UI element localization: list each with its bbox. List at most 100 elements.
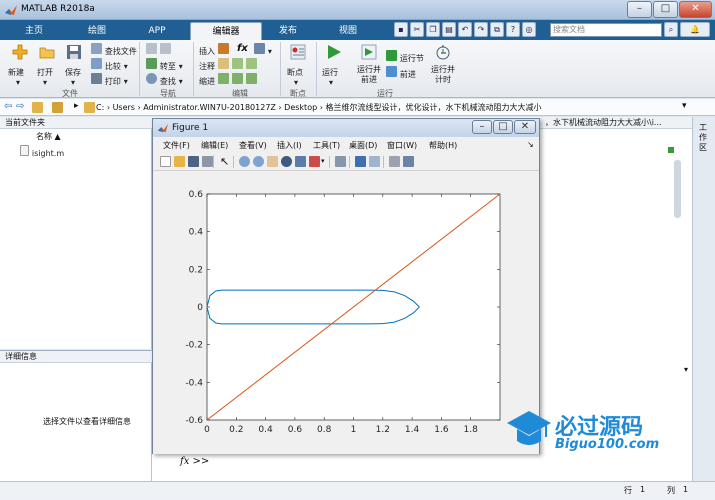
- chevron-down-icon: ▾: [16, 78, 21, 87]
- search-icon[interactable]: ⌕: [664, 22, 678, 37]
- comment-button[interactable]: 注释: [199, 58, 257, 72]
- hide-plot-tools-icon[interactable]: [389, 156, 400, 167]
- menu-dock-icon[interactable]: ↘: [527, 140, 534, 149]
- tab-publish[interactable]: 发布: [262, 22, 314, 40]
- menu-window[interactable]: 窗口(W): [387, 140, 417, 151]
- matlab-logo-icon: [5, 5, 17, 15]
- redo-icon[interactable]: ↷: [474, 22, 488, 37]
- colorbar-icon[interactable]: [355, 156, 366, 167]
- print-button[interactable]: 打印 ▾: [91, 73, 128, 87]
- command-prompt[interactable]: fx >>: [180, 456, 209, 467]
- pointer-icon[interactable]: ↖: [220, 155, 229, 168]
- tab-home[interactable]: 主页: [0, 22, 68, 40]
- find-files-button[interactable]: 查找文件: [91, 43, 137, 57]
- insert-button[interactable]: 插入: [199, 43, 229, 57]
- run-button[interactable]: 运行 ▾: [322, 44, 346, 87]
- community-icon[interactable]: ◎: [522, 22, 536, 37]
- save-icon: [67, 45, 81, 59]
- run-and-advance-button[interactable]: 运行并 前进: [354, 44, 384, 85]
- list-item[interactable]: isight.m: [20, 145, 64, 159]
- figure-close-button[interactable]: ✕: [514, 120, 536, 134]
- editor-tab-header[interactable]: ，水下机械流动阻力大大减小\i...: [540, 117, 692, 129]
- legend-icon[interactable]: [369, 156, 380, 167]
- chevron-down-icon: ▾: [43, 78, 48, 87]
- print-figure-icon[interactable]: [202, 156, 213, 167]
- goto-button[interactable]: 转至 ▾: [146, 58, 183, 72]
- uncomment-icon: [231, 58, 243, 69]
- run-section-button[interactable]: 运行节: [386, 50, 424, 64]
- figure-title-bar[interactable]: Figure 1 – □ ✕: [153, 119, 539, 137]
- zoom-in-icon[interactable]: [239, 156, 250, 167]
- compare-button[interactable]: 比较 ▾: [91, 58, 128, 72]
- editor-ribbon: 新建 ▾ 打开 ▾ 保存 ▾ 查找文件 比较 ▾ 打印 ▾ 文件 转至 ▾ 查找…: [0, 40, 715, 98]
- nav-arrows[interactable]: [146, 43, 171, 57]
- close-button[interactable]: ✕: [679, 1, 712, 18]
- run-and-time-button[interactable]: 运行并 计时: [428, 44, 458, 85]
- new-button[interactable]: 新建 ▾: [8, 44, 36, 87]
- paste-icon[interactable]: ▤: [442, 22, 456, 37]
- figure-window[interactable]: Figure 1 – □ ✕ 文件(F) 编辑(E) 查看(V) 插入(I) 工…: [152, 118, 540, 454]
- toolbar-divider: [329, 156, 330, 168]
- brush-icon[interactable]: [309, 156, 320, 167]
- menu-file[interactable]: 文件(F): [163, 140, 190, 151]
- menu-tools[interactable]: 工具(T): [313, 140, 340, 151]
- breakpoints-button[interactable]: 断点 ▾: [287, 44, 311, 87]
- advance-icon: [386, 66, 397, 77]
- copy-icon[interactable]: ❐: [426, 22, 440, 37]
- run-label: 运行: [322, 68, 338, 77]
- help-icon[interactable]: ?: [506, 22, 520, 37]
- name-column-header[interactable]: 名称 ▲: [36, 131, 61, 142]
- zoom-out-icon[interactable]: [253, 156, 264, 167]
- find-button[interactable]: 查找 ▾: [146, 73, 183, 87]
- menu-insert[interactable]: 插入(I): [277, 140, 302, 151]
- new-figure-icon[interactable]: [160, 156, 171, 167]
- forward-arrow-icon[interactable]: ⇨: [16, 101, 24, 112]
- fx-button[interactable]: fx: [237, 43, 248, 54]
- tab-plots[interactable]: 绘图: [68, 22, 126, 40]
- menu-desktop[interactable]: 桌面(D): [349, 140, 377, 151]
- menu-view[interactable]: 查看(V): [239, 140, 267, 151]
- outdent-icon: [231, 73, 243, 84]
- minimize-button[interactable]: –: [627, 1, 652, 18]
- current-path[interactable]: C: › Users › Administrator.WIN7U-2018012…: [96, 102, 541, 113]
- switch-windows-icon[interactable]: ⧉: [490, 22, 504, 37]
- save-quick-icon[interactable]: ▪: [394, 22, 408, 37]
- y-tick-label: -0.6: [185, 416, 203, 426]
- forward-arrow-icon: [159, 43, 171, 54]
- open-button[interactable]: 打开 ▾: [37, 44, 61, 87]
- menu-help[interactable]: 帮助(H): [429, 140, 457, 151]
- search-documentation-input[interactable]: 搜索文档: [550, 23, 662, 37]
- chevron-down-icon[interactable]: ▾: [682, 101, 687, 111]
- figure-maximize-button[interactable]: □: [493, 120, 513, 134]
- save-figure-icon[interactable]: [188, 156, 199, 167]
- breakpoint-icon: [290, 44, 306, 60]
- save-button[interactable]: 保存 ▾: [65, 44, 87, 87]
- maximize-button[interactable]: □: [653, 1, 678, 18]
- data-cursor-icon[interactable]: [295, 156, 306, 167]
- tab-editor[interactable]: 编辑器: [190, 22, 262, 40]
- rotate-3d-icon[interactable]: [281, 156, 292, 167]
- open-file-icon[interactable]: [174, 156, 185, 167]
- vertical-scrollbar[interactable]: [674, 160, 681, 218]
- tab-view[interactable]: 视图: [318, 22, 378, 40]
- chevron-down-icon[interactable]: ▾: [321, 157, 325, 165]
- indent-button[interactable]: 缩进: [199, 73, 257, 87]
- folder-up-icon[interactable]: [32, 102, 43, 113]
- figure-title: Figure 1: [172, 123, 209, 133]
- link-plot-icon[interactable]: [335, 156, 346, 167]
- advance-button[interactable]: 前进: [386, 66, 416, 80]
- browse-folder-icon[interactable]: [52, 102, 63, 113]
- edit-extra-buttons[interactable]: ▾: [254, 43, 272, 57]
- figure-minimize-button[interactable]: –: [472, 120, 492, 134]
- cut-icon[interactable]: ✂: [410, 22, 424, 37]
- chevron-down-icon[interactable]: ▾: [684, 365, 688, 374]
- show-plot-tools-icon[interactable]: [403, 156, 414, 167]
- back-arrow-icon[interactable]: ⇦: [4, 101, 12, 112]
- row-label: 行: [624, 486, 632, 495]
- back-arrow-icon: [146, 43, 157, 54]
- pan-hand-icon[interactable]: [267, 156, 278, 167]
- undo-icon[interactable]: ↶: [458, 22, 472, 37]
- notification-icon[interactable]: 🔔: [680, 22, 710, 37]
- menu-edit[interactable]: 编辑(E): [201, 140, 228, 151]
- tab-apps[interactable]: APP: [126, 22, 188, 40]
